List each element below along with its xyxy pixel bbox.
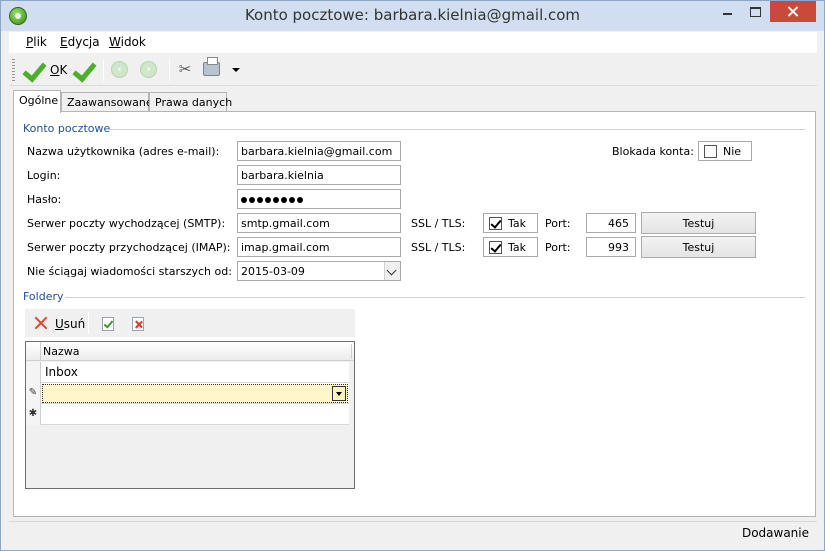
imap-input[interactable]: imap.gmail.com — [237, 237, 401, 257]
title-bar: Konto pocztowe: barbara.kielnia@gmail.co… — [1, 1, 824, 31]
main-window: Konto pocztowe: barbara.kielnia@gmail.co… — [0, 0, 825, 551]
maximize-button[interactable] — [742, 1, 768, 22]
delete-icon[interactable] — [33, 315, 49, 331]
print-icon[interactable] — [203, 57, 220, 76]
tools-icon[interactable]: ✂ — [176, 60, 194, 78]
folders-toolbar: Usuń — [25, 309, 355, 337]
forward-icon[interactable]: › — [140, 61, 157, 78]
smtp-ssl-field[interactable]: Tak — [483, 213, 538, 233]
folder-name-edit-cell[interactable] — [42, 384, 348, 403]
row-header[interactable] — [26, 362, 41, 383]
print-dropdown-icon[interactable] — [232, 68, 240, 72]
imap-ssl-field[interactable]: Tak — [483, 237, 538, 257]
delete-button[interactable]: Usuń — [55, 317, 85, 331]
smtp-input[interactable]: smtp.gmail.com — [237, 213, 401, 233]
smtp-ssl-text: Tak — [508, 217, 527, 230]
group-divider — [107, 129, 805, 130]
ok-button[interactable]: OK — [50, 63, 67, 77]
back-icon[interactable]: ‹ — [111, 61, 128, 78]
password-dot — [265, 197, 271, 203]
password-dot — [257, 197, 263, 203]
toolbar-grip[interactable] — [12, 59, 15, 81]
close-button[interactable] — [770, 1, 816, 22]
imap-ssl-label: SSL / TLS: — [411, 241, 466, 254]
smtp-ssl-checkbox[interactable] — [489, 217, 502, 230]
grid-corner[interactable] — [26, 342, 41, 361]
password-input[interactable] — [237, 189, 401, 209]
username-input[interactable]: barbara.kielnia@gmail.com — [237, 141, 401, 161]
smtp-test-button[interactable]: Testuj — [641, 212, 756, 234]
imap-ssl-text: Tak — [508, 241, 527, 254]
toolbar-separator — [103, 59, 104, 81]
minimize-button[interactable] — [714, 1, 740, 22]
deselect-all-icon[interactable] — [132, 317, 144, 331]
tab-data-rights[interactable]: Prawa danych — [149, 92, 232, 112]
older-than-date-value: 2015-03-09 — [241, 265, 305, 278]
ok-check-icon[interactable] — [22, 59, 46, 81]
menu-edit[interactable]: Edycja — [60, 35, 100, 49]
password-dot — [249, 197, 255, 203]
toolbar-separator — [169, 59, 170, 81]
folder-name-cell[interactable]: Inbox — [45, 365, 78, 379]
smtp-ssl-label: SSL / TLS: — [411, 217, 466, 230]
login-input[interactable]: barbara.kielnia — [237, 165, 401, 185]
table-row-editing[interactable]: ✎ — [26, 383, 349, 404]
imap-test-button[interactable]: Testuj — [641, 236, 756, 258]
smtp-port-label: Port: — [545, 217, 571, 230]
folders-group-title: Foldery — [23, 290, 64, 303]
window-title: Konto pocztowe: barbara.kielnia@gmail.co… — [244, 6, 581, 24]
account-group-title: Konto pocztowe — [23, 122, 111, 135]
lock-checkbox-label: Nie — [723, 145, 742, 158]
chevron-down-icon[interactable] — [332, 386, 346, 401]
password-label: Hasło: — [27, 193, 62, 206]
group-divider — [65, 297, 805, 298]
older-than-label: Nie ściągaj wiadomości starszych od: — [27, 265, 232, 278]
smtp-label: Serwer poczty wychodzącej (SMTP): — [27, 217, 226, 230]
grid-header: Nazwa — [26, 342, 354, 361]
new-row-icon: ✱ — [26, 404, 41, 425]
password-dot — [241, 197, 247, 203]
toolbar-separator — [88, 312, 89, 334]
imap-port-label: Port: — [545, 241, 571, 254]
password-dot — [289, 197, 295, 203]
apply-check-icon[interactable] — [72, 59, 96, 81]
tab-general[interactable]: Ogólne — [13, 90, 61, 113]
status-bar: Dodawanie — [9, 521, 817, 544]
menu-bar: Plik Edycja Widok — [9, 32, 817, 53]
status-text: Dodawanie — [741, 526, 809, 540]
table-row-new[interactable]: ✱ — [26, 404, 349, 425]
column-divider — [351, 344, 352, 359]
imap-ssl-checkbox[interactable] — [489, 241, 502, 254]
imap-port-input[interactable]: 993 — [586, 237, 636, 257]
menu-file[interactable]: Plik — [26, 35, 47, 49]
menu-view[interactable]: Widok — [109, 35, 146, 49]
pencil-icon: ✎ — [26, 383, 41, 404]
tab-advanced[interactable]: Zaawansowane — [61, 92, 153, 112]
toolbar: OK ‹ › ✂ — [9, 54, 817, 86]
login-label: Login: — [27, 169, 61, 182]
table-row[interactable]: Inbox — [26, 362, 349, 383]
lock-checkbox-field[interactable]: Nie — [698, 141, 752, 161]
column-header-name[interactable]: Nazwa — [43, 345, 79, 358]
username-label: Nazwa użytkownika (adres e-mail): — [27, 145, 220, 158]
lock-label: Blokada konta: — [612, 145, 694, 158]
chevron-down-icon[interactable] — [384, 262, 400, 280]
folders-grid: Nazwa Inbox ✎ ✱ — [25, 341, 355, 489]
select-all-icon[interactable] — [102, 317, 114, 331]
password-dot — [297, 197, 303, 203]
password-dot — [273, 197, 279, 203]
older-than-date-select[interactable]: 2015-03-09 — [237, 261, 401, 281]
password-dot — [281, 197, 287, 203]
imap-label: Serwer poczty przychodzącej (IMAP): — [27, 241, 231, 254]
smtp-port-input[interactable]: 465 — [586, 213, 636, 233]
lock-checkbox[interactable] — [704, 145, 717, 158]
